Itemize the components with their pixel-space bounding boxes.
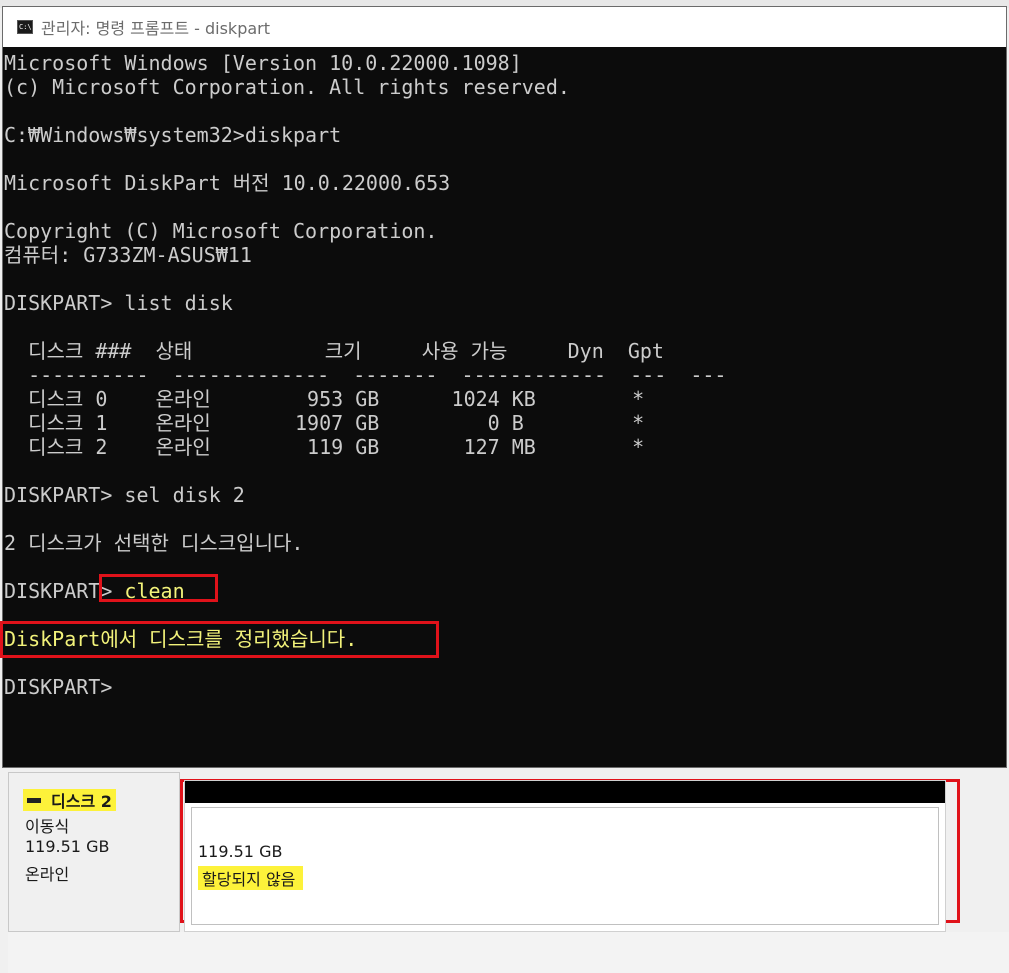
unallocated-volume[interactable]: 119.51 GB 할당되지 않음	[184, 780, 946, 932]
console-line: DISKPART> list disk	[4, 291, 233, 315]
console-line: DISKPART>	[4, 675, 113, 699]
console-line: 컴퓨터: G733ZM-ASUS₩11	[4, 243, 252, 267]
disk-icon	[27, 797, 41, 803]
disk-size: 119.51 GB	[25, 837, 110, 856]
cmd-icon: C:\	[17, 20, 33, 34]
console-line: 디스크 2 온라인 119 GB 127 MB *	[4, 435, 645, 459]
console-line: 디스크 0 온라인 953 GB 1024 KB *	[4, 387, 645, 411]
console-line: Copyright (C) Microsoft Corporation.	[4, 219, 438, 243]
panel-bottom-area	[8, 932, 1009, 973]
title-bar[interactable]: C:\ 관리자: 명령 프롬프트 - diskpart	[3, 7, 1006, 47]
volume-body[interactable]: 119.51 GB 할당되지 않음	[191, 807, 939, 925]
volume-status: 할당되지 않음	[198, 866, 304, 890]
disk-type: 이동식	[25, 817, 70, 836]
console-line: (c) Microsoft Corporation. All rights re…	[4, 75, 570, 99]
console-line: Microsoft DiskPart 버전 10.0.22000.653	[4, 171, 451, 195]
console-line: 디스크 ### 상태 크기 사용 가능 Dyn Gpt	[4, 339, 664, 363]
console-line: 디스크 1 온라인 1907 GB 0 B *	[4, 411, 645, 435]
window-title: 관리자: 명령 프롬프트 - diskpart	[41, 19, 271, 38]
volume-size: 119.51 GB	[198, 842, 283, 861]
console-line: DISKPART> sel disk 2	[4, 483, 245, 507]
console-line: 2 디스크가 선택한 디스크입니다.	[4, 531, 304, 555]
disk-name-highlight: 디스크 2	[23, 789, 116, 811]
disk-status: 온라인	[25, 865, 70, 884]
volume-header-bar	[185, 781, 945, 803]
disk-info-panel[interactable]: 디스크 2 이동식 119.51 GB 온라인	[8, 772, 180, 932]
console-output[interactable]: Microsoft Windows [Version 10.0.22000.10…	[3, 51, 1006, 767]
annotation-box-clean-command	[99, 574, 218, 602]
disk-name: 디스크 2	[51, 792, 112, 811]
annotation-box-clean-result	[0, 621, 439, 658]
console-line: C:₩Windows₩system32>diskpart	[4, 123, 342, 147]
console-line: Microsoft Windows [Version 10.0.22000.10…	[4, 51, 522, 75]
disk-management-panel: 디스크 2 이동식 119.51 GB 온라인 119.51 GB 할당되지 않…	[8, 772, 1009, 973]
console-line: ---------- ------------- ------- -------…	[4, 363, 727, 387]
